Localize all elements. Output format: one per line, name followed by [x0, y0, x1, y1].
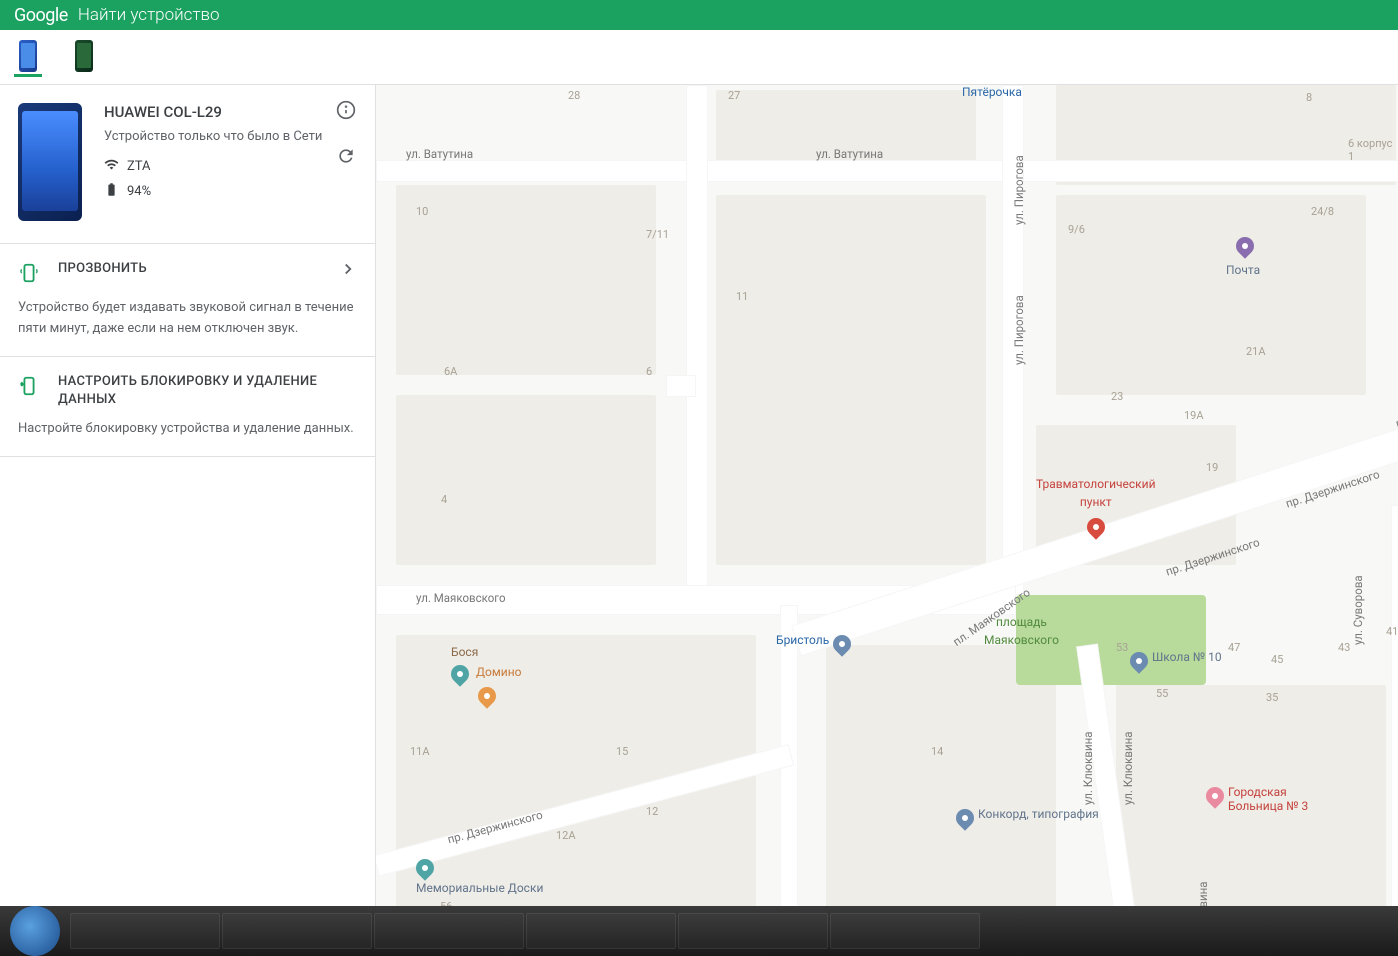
pin-icon: [1083, 514, 1108, 539]
pin-icon: [447, 662, 472, 687]
street-label: пр. Дзержинского: [1394, 387, 1398, 431]
taskbar-item[interactable]: [70, 913, 220, 949]
device-name: HUAWEI COL-L29: [104, 103, 357, 121]
street-label: ул. Суворова: [1351, 575, 1365, 645]
poi-domino-pin[interactable]: [478, 685, 496, 705]
taskbar-item[interactable]: [678, 913, 828, 949]
header: Google Найти устройство: [0, 0, 1398, 30]
poi-bristol[interactable]: Бристоль: [776, 633, 851, 653]
poi-domino[interactable]: Домино: [476, 665, 521, 679]
refresh-button[interactable]: [335, 145, 357, 167]
action-ring[interactable]: ПРОЗВОНИТЬ Устройство будет издавать зву…: [0, 244, 375, 357]
taskbar[interactable]: [0, 906, 1398, 956]
street-label: ул. Ватутина: [406, 147, 473, 161]
action-lock[interactable]: НАСТРОИТЬ БЛОКИРОВКУ И УДАЛЕНИЕ ДАННЫХ Н…: [0, 357, 375, 457]
device-tabs: [0, 30, 1398, 85]
taskbar-item[interactable]: [222, 913, 372, 949]
poi-post[interactable]: [1236, 235, 1254, 255]
start-button[interactable]: [10, 906, 60, 956]
pin-icon: [830, 631, 855, 656]
taskbar-item[interactable]: [374, 913, 524, 949]
wifi-name: ZTA: [127, 159, 151, 174]
pin-icon: [474, 683, 499, 708]
ring-icon: [18, 262, 40, 288]
map[interactable]: ул. Ватутина ул. Ватутина ул. Ватутина у…: [376, 85, 1398, 906]
lock-title: НАСТРОИТЬ БЛОКИРОВКУ И УДАЛЕНИЕ ДАННЫХ: [58, 373, 357, 409]
taskbar-item[interactable]: [526, 913, 676, 949]
device-tab-2[interactable]: [70, 37, 98, 77]
battery-icon: [104, 182, 119, 201]
google-logo: Google: [14, 5, 68, 26]
ring-title: ПРОЗВОНИТЬ: [58, 260, 147, 278]
poi-bosya[interactable]: Бося: [451, 645, 478, 683]
pin-icon: [1202, 783, 1227, 808]
taskbar-item[interactable]: [830, 913, 980, 949]
battery-level: 94%: [127, 184, 151, 199]
device-card: HUAWEI COL-L29 Устройство только что был…: [0, 85, 375, 244]
poi-school[interactable]: Школа № 10: [1130, 650, 1222, 670]
poi-hospital[interactable]: ГородскаяБольница № 3: [1206, 785, 1308, 814]
poi-pyaterochka[interactable]: Пятёрочка: [962, 85, 1022, 99]
device-tab-1[interactable]: [14, 37, 42, 77]
ring-desc: Устройство будет издавать звуковой сигна…: [18, 298, 357, 340]
pin-icon: [1232, 233, 1257, 258]
pin-icon: [1126, 648, 1151, 673]
poi-trauma[interactable]: Травматологический пункт: [1036, 477, 1156, 536]
lock-icon: [18, 375, 40, 401]
device-status: Устройство только что было в Сети: [104, 127, 357, 147]
pin-icon: [952, 805, 977, 830]
poi-plaza: площадь Маяковского: [984, 615, 1059, 648]
device-image: [18, 103, 82, 221]
poi-memorial[interactable]: Мемориальные Доски: [416, 857, 543, 895]
poi-post-label: Почта: [1226, 263, 1260, 277]
lock-desc: Настройте блокировку устройства и удален…: [18, 419, 357, 440]
wifi-icon: [104, 157, 119, 176]
chevron-right-icon: [339, 260, 357, 282]
sidebar: HUAWEI COL-L29 Устройство только что был…: [0, 85, 376, 906]
pin-icon: [412, 855, 437, 880]
poi-konkord[interactable]: Конкорд, типография: [956, 807, 1099, 827]
info-button[interactable]: [335, 99, 357, 121]
app-title: Найти устройство: [78, 5, 220, 25]
